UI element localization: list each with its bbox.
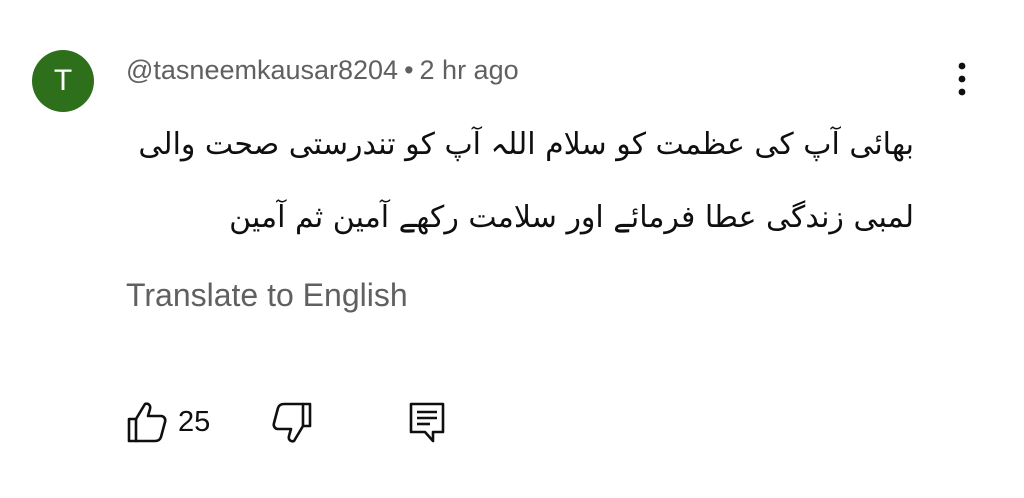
avatar-letter: T: [53, 64, 73, 97]
comment-timestamp[interactable]: 2 hr ago: [420, 55, 519, 85]
comment-text: بھائی آپ کی عظمت کو سلام اللہ آپ کو تندر…: [138, 127, 914, 235]
author-handle[interactable]: @tasneemkausar8204: [126, 55, 398, 85]
comment-item: T @tasneemkausar8204 • 2 hr ago بھائی آپ ک…: [0, 0, 1024, 498]
more-vert-icon: [958, 62, 966, 96]
comment-header: @tasneemkausar8204 • 2 hr ago: [126, 50, 519, 90]
dislike-button[interactable]: [271, 400, 313, 444]
reply-button[interactable]: [406, 400, 448, 444]
thumb-up-icon: [127, 402, 167, 443]
thumb-down-icon: [272, 402, 312, 443]
more-options-button[interactable]: [944, 58, 980, 102]
avatar[interactable]: T: [32, 50, 94, 112]
like-count: 25: [178, 406, 211, 438]
comment-reply-icon: [409, 402, 445, 443]
translate-button[interactable]: Translate to English: [126, 272, 408, 318]
like-button[interactable]: [126, 400, 168, 444]
header-separator: •: [404, 55, 414, 85]
